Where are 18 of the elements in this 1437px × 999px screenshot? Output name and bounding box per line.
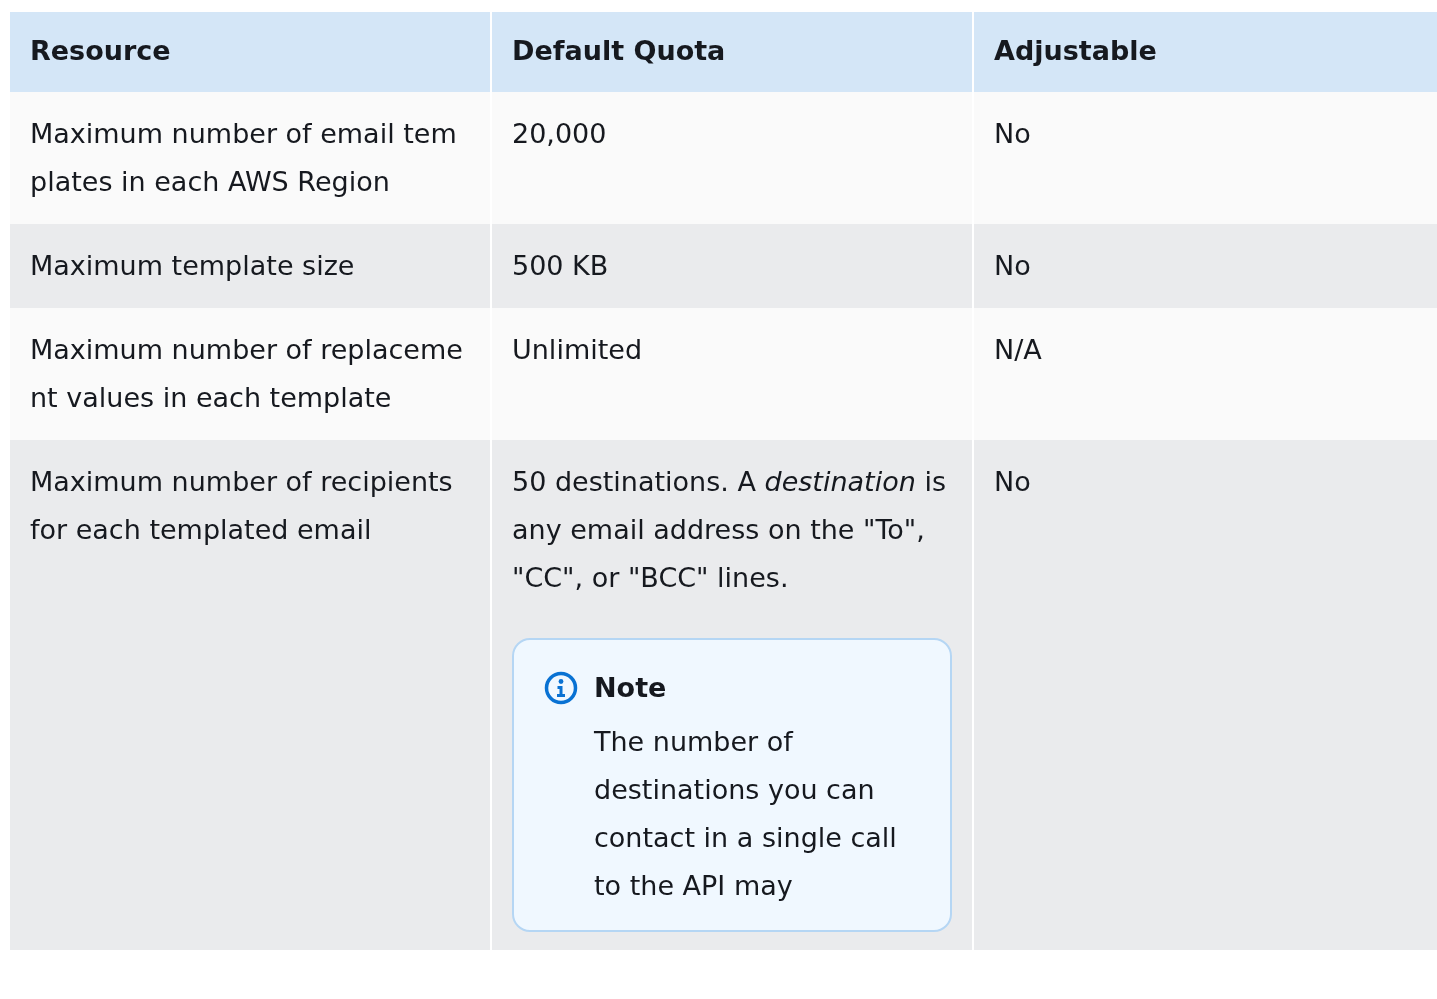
table-cell: Maximum number of email templates in each AWS Region <box>10 92 491 224</box>
table-cell: No <box>973 440 1437 950</box>
table-cell: No <box>973 92 1437 224</box>
table-cell-text: Unlimited <box>512 333 644 367</box>
column-header: Resource <box>10 12 491 92</box>
column-header: Adjustable <box>973 12 1437 92</box>
note-text: The number of destinations you can contact in a single call to the API may <box>594 725 898 903</box>
info-icon <box>544 671 578 705</box>
table-cell: No <box>973 224 1437 308</box>
table-cell: N/A <box>973 308 1437 440</box>
table-cell: Maximum number of recipients for each templated email <box>10 440 491 950</box>
table-cell-text: 500 KB <box>512 249 610 283</box>
table-cell: Maximum template size <box>10 224 491 308</box>
column-header: Default Quota <box>491 12 973 92</box>
table-cell-text: 20,000 <box>512 117 608 151</box>
table-cell: Maximum number of replacement values in each template <box>10 308 491 440</box>
note-title: Note <box>594 671 667 705</box>
table-cell-text: 50 destinations. A destination is any email address on the "To", "CC", or "BCC" lines. <box>512 465 947 595</box>
